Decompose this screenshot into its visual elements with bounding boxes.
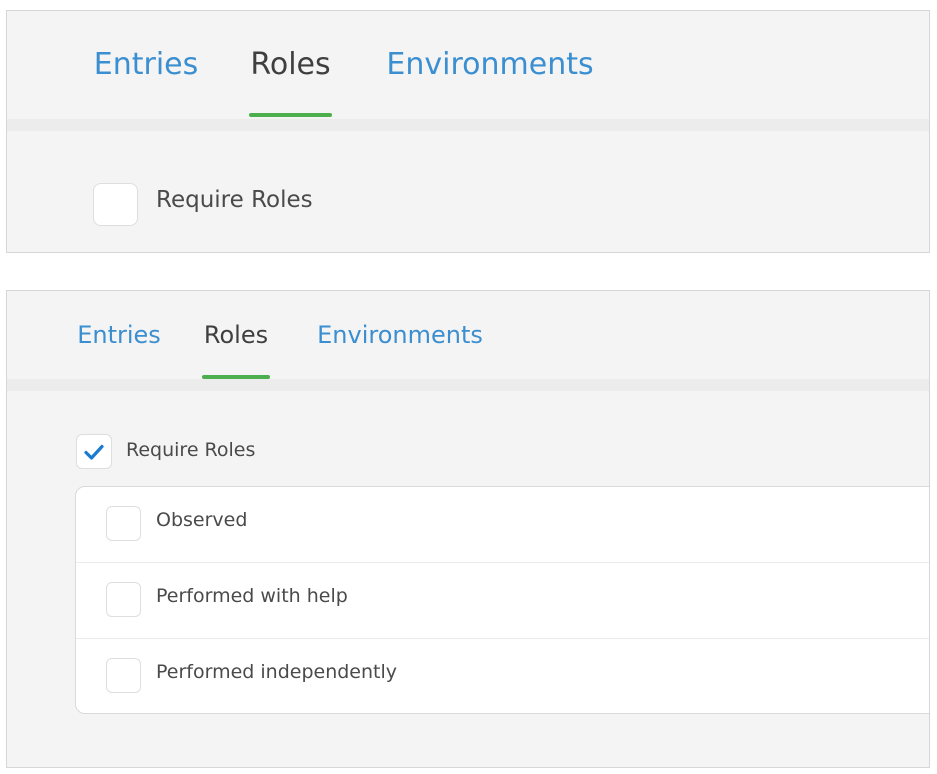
roles-panel-collapsed: Entries Roles Environments Require Roles — [6, 10, 930, 253]
role-performed-independently-checkbox[interactable] — [106, 658, 141, 693]
role-observed-label[interactable]: Observed — [156, 509, 247, 531]
tab-environments[interactable]: Environments — [383, 11, 597, 117]
tab-bar: Entries Roles Environments — [7, 11, 929, 131]
role-observed-checkbox[interactable] — [106, 506, 141, 541]
tab-entries[interactable]: Entries — [76, 291, 162, 379]
tab-environments-label: Environments — [386, 46, 594, 82]
tab-roles-label: Roles — [250, 46, 331, 82]
tab-entries-label: Entries — [93, 46, 199, 82]
tab-roles-label: Roles — [203, 321, 269, 349]
role-item-performed-independently: Performed independently — [76, 639, 929, 715]
tab-environments[interactable]: Environments — [312, 291, 488, 379]
tab-roles[interactable]: Roles — [249, 11, 332, 117]
active-tab-indicator — [249, 113, 332, 117]
require-roles-label[interactable]: Require Roles — [126, 439, 255, 461]
require-roles-checkbox[interactable] — [93, 183, 138, 226]
require-roles-checkbox[interactable] — [76, 434, 112, 469]
tab-roles[interactable]: Roles — [202, 291, 270, 379]
role-item-performed-with-help: Performed with help — [76, 563, 929, 639]
require-roles-label[interactable]: Require Roles — [156, 187, 313, 213]
tab-environments-label: Environments — [317, 321, 483, 349]
active-tab-indicator — [202, 375, 270, 379]
role-item-observed: Observed — [76, 487, 929, 563]
role-performed-with-help-label[interactable]: Performed with help — [156, 585, 348, 607]
check-icon — [84, 444, 104, 460]
tab-entries[interactable]: Entries — [93, 11, 199, 117]
tab-bar: Entries Roles Environments — [7, 291, 929, 391]
roles-panel-expanded: Entries Roles Environments Require Roles… — [6, 290, 930, 768]
roles-list: Observed Performed with help Performed i… — [75, 486, 929, 715]
tab-entries-label: Entries — [77, 321, 161, 349]
role-performed-independently-label[interactable]: Performed independently — [156, 661, 397, 683]
role-performed-with-help-checkbox[interactable] — [106, 582, 141, 617]
